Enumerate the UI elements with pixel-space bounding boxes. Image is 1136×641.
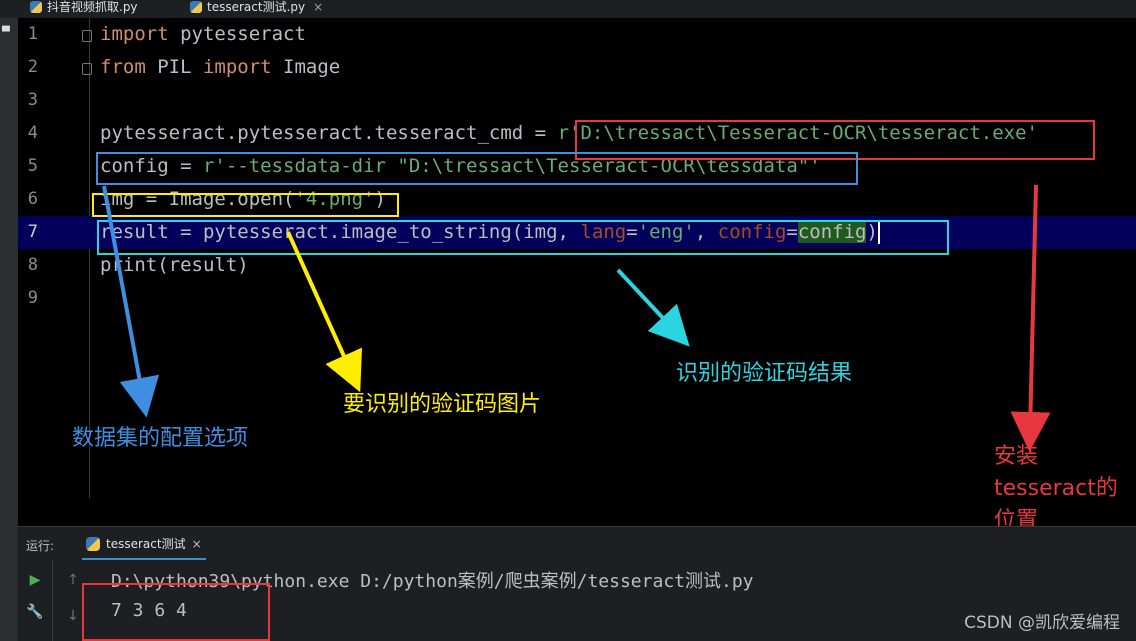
annotation-config-dataset: 数据集的配置选项 xyxy=(72,426,249,451)
arrow-red xyxy=(1010,184,1051,452)
run-tool-window-header: 运行: tesseract测试 × xyxy=(18,526,1136,560)
annotation-recognition-result: 识别的验证码结果 xyxy=(676,361,853,386)
arrow-up-icon[interactable]: ↑ xyxy=(62,569,84,591)
python-icon xyxy=(86,537,100,551)
output-highlight-box xyxy=(82,583,270,641)
play-icon[interactable]: ▶ xyxy=(24,569,46,591)
annotation-install-location: 安装 tesseract的 位置 xyxy=(994,444,1118,533)
run-tab[interactable]: tesseract测试 × xyxy=(82,527,206,560)
wrench-icon[interactable]: 🔧 xyxy=(24,601,46,623)
close-run-tab-icon[interactable]: × xyxy=(192,537,202,551)
arrow-yellow xyxy=(286,231,363,393)
arrow-cyan xyxy=(616,268,690,347)
annotation-image-to-recognize: 要识别的验证码图片 xyxy=(343,392,542,417)
console-toolbar: ▶ 🔧 xyxy=(18,560,53,641)
arrow-blue xyxy=(102,185,160,418)
arrow-down-icon[interactable]: ↓ xyxy=(62,605,84,627)
run-label: 运行: xyxy=(26,539,55,553)
watermark: CSDN @凯欣爱编程 xyxy=(964,613,1120,633)
